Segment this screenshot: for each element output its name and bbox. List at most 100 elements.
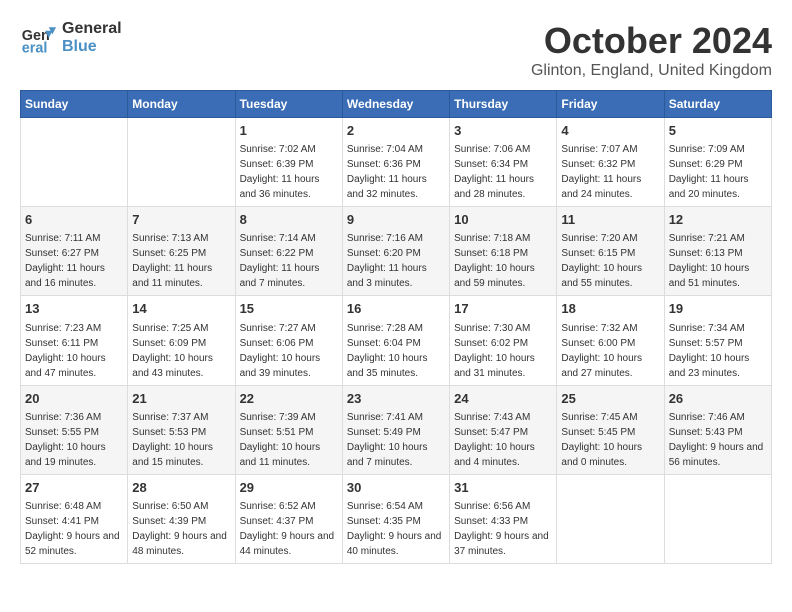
weekday-header-sunday: Sunday bbox=[21, 91, 128, 118]
weekday-header-wednesday: Wednesday bbox=[342, 91, 449, 118]
day-number: 23 bbox=[347, 390, 445, 408]
day-number: 17 bbox=[454, 300, 552, 318]
day-number: 25 bbox=[561, 390, 659, 408]
day-number: 3 bbox=[454, 122, 552, 140]
calendar-cell: 15 Sunrise: 7:27 AM Sunset: 6:06 PM Dayli… bbox=[235, 296, 342, 385]
day-info: Sunrise: 7:13 AM Sunset: 6:25 PM Dayligh… bbox=[132, 231, 230, 291]
calendar-cell: 23Sunrise: 7:41 AM Sunset: 5:49 PM Dayli… bbox=[342, 385, 449, 474]
weekday-header-row: SundayMondayTuesdayWednesdayThursdayFrid… bbox=[21, 91, 772, 118]
day-number: 31 bbox=[454, 479, 552, 497]
day-info: Sunrise: 7:37 AM Sunset: 5:53 PM Dayligh… bbox=[132, 410, 230, 470]
day-info: Sunrise: 7:09 AM Sunset: 6:29 PM Dayligh… bbox=[669, 142, 767, 202]
day-number: 8 bbox=[240, 211, 338, 229]
day-info: Sunrise: 7:46 AM Sunset: 5:43 PM Dayligh… bbox=[669, 410, 767, 470]
day-info: Sunrise: 7:14 AM Sunset: 6:22 PM Dayligh… bbox=[240, 231, 338, 291]
calendar-cell: 20 Sunrise: 7:36 AM Sunset: 5:55 PM Dayli… bbox=[21, 385, 128, 474]
day-info: Sunrise: 7:30 AM Sunset: 6:02 PM Dayligh… bbox=[454, 321, 552, 381]
day-number: 30 bbox=[347, 479, 445, 497]
weekday-header-saturday: Saturday bbox=[664, 91, 771, 118]
day-number: 18 bbox=[561, 300, 659, 318]
calendar-week-5: 27Sunrise: 6:48 AM Sunset: 4:41 PM Dayli… bbox=[21, 474, 772, 563]
day-info: Sunrise: 7:20 AM Sunset: 6:15 PM Dayligh… bbox=[561, 231, 659, 291]
day-info: Sunrise: 7:21 AM Sunset: 6:13 PM Dayligh… bbox=[669, 231, 767, 291]
day-info: Sunrise: 7:25 AM Sunset: 6:09 PM Dayligh… bbox=[132, 321, 230, 381]
calendar-week-2: 6Sunrise: 7:11 AM Sunset: 6:27 PM Daylig… bbox=[21, 207, 772, 296]
day-number: 26 bbox=[669, 390, 767, 408]
calendar-cell: 7 Sunrise: 7:13 AM Sunset: 6:25 PM Daylig… bbox=[128, 207, 235, 296]
weekday-header-tuesday: Tuesday bbox=[235, 91, 342, 118]
calendar-cell bbox=[664, 474, 771, 563]
page-header: Gen eral General Blue October 2024 Glint… bbox=[20, 20, 772, 80]
day-number: 9 bbox=[347, 211, 445, 229]
day-number: 4 bbox=[561, 122, 659, 140]
logo-text-line1: General bbox=[62, 20, 122, 38]
calendar-cell: 28 Sunrise: 6:50 AM Sunset: 4:39 PM Dayli… bbox=[128, 474, 235, 563]
day-number: 12 bbox=[669, 211, 767, 229]
logo: Gen eral General Blue bbox=[20, 20, 122, 56]
calendar-cell: 12 Sunrise: 7:21 AM Sunset: 6:13 PM Dayli… bbox=[664, 207, 771, 296]
calendar-week-3: 13 Sunrise: 7:23 AM Sunset: 6:11 PM Dayli… bbox=[21, 296, 772, 385]
calendar-week-1: 1 Sunrise: 7:02 AM Sunset: 6:39 PM Daylig… bbox=[21, 118, 772, 207]
calendar-cell: 1 Sunrise: 7:02 AM Sunset: 6:39 PM Daylig… bbox=[235, 118, 342, 207]
calendar-cell: 19Sunrise: 7:34 AM Sunset: 5:57 PM Dayli… bbox=[664, 296, 771, 385]
calendar-cell: 16 Sunrise: 7:28 AM Sunset: 6:04 PM Dayli… bbox=[342, 296, 449, 385]
day-info: Sunrise: 7:43 AM Sunset: 5:47 PM Dayligh… bbox=[454, 410, 552, 470]
day-info: Sunrise: 7:28 AM Sunset: 6:04 PM Dayligh… bbox=[347, 321, 445, 381]
day-info: Sunrise: 7:02 AM Sunset: 6:39 PM Dayligh… bbox=[240, 142, 338, 202]
day-number: 2 bbox=[347, 122, 445, 140]
day-number: 19 bbox=[669, 300, 767, 318]
day-info: Sunrise: 7:27 AM Sunset: 6:06 PM Dayligh… bbox=[240, 321, 338, 381]
day-info: Sunrise: 7:06 AM Sunset: 6:34 PM Dayligh… bbox=[454, 142, 552, 202]
calendar-cell: 11 Sunrise: 7:20 AM Sunset: 6:15 PM Dayli… bbox=[557, 207, 664, 296]
day-number: 24 bbox=[454, 390, 552, 408]
day-info: Sunrise: 7:04 AM Sunset: 6:36 PM Dayligh… bbox=[347, 142, 445, 202]
day-number: 22 bbox=[240, 390, 338, 408]
day-info: Sunrise: 7:32 AM Sunset: 6:00 PM Dayligh… bbox=[561, 321, 659, 381]
day-number: 10 bbox=[454, 211, 552, 229]
day-info: Sunrise: 7:16 AM Sunset: 6:20 PM Dayligh… bbox=[347, 231, 445, 291]
day-number: 11 bbox=[561, 211, 659, 229]
calendar-cell: 24 Sunrise: 7:43 AM Sunset: 5:47 PM Dayli… bbox=[450, 385, 557, 474]
day-info: Sunrise: 7:36 AM Sunset: 5:55 PM Dayligh… bbox=[25, 410, 123, 470]
weekday-header-monday: Monday bbox=[128, 91, 235, 118]
day-info: Sunrise: 7:45 AM Sunset: 5:45 PM Dayligh… bbox=[561, 410, 659, 470]
location: Glinton, England, United Kingdom bbox=[531, 62, 772, 80]
calendar-cell: 3 Sunrise: 7:06 AM Sunset: 6:34 PM Daylig… bbox=[450, 118, 557, 207]
calendar-cell: 2 Sunrise: 7:04 AM Sunset: 6:36 PM Daylig… bbox=[342, 118, 449, 207]
calendar-cell: 29 Sunrise: 6:52 AM Sunset: 4:37 PM Dayli… bbox=[235, 474, 342, 563]
calendar-cell: 30Sunrise: 6:54 AM Sunset: 4:35 PM Dayli… bbox=[342, 474, 449, 563]
day-info: Sunrise: 6:50 AM Sunset: 4:39 PM Dayligh… bbox=[132, 499, 230, 559]
day-number: 20 bbox=[25, 390, 123, 408]
day-number: 21 bbox=[132, 390, 230, 408]
title-block: October 2024 Glinton, England, United Ki… bbox=[531, 20, 772, 80]
day-number: 28 bbox=[132, 479, 230, 497]
calendar-cell: 14 Sunrise: 7:25 AM Sunset: 6:09 PM Dayli… bbox=[128, 296, 235, 385]
calendar-week-4: 20 Sunrise: 7:36 AM Sunset: 5:55 PM Dayli… bbox=[21, 385, 772, 474]
calendar-cell: 18 Sunrise: 7:32 AM Sunset: 6:00 PM Dayli… bbox=[557, 296, 664, 385]
day-number: 15 bbox=[240, 300, 338, 318]
calendar-cell bbox=[557, 474, 664, 563]
logo-icon: Gen eral bbox=[20, 20, 56, 56]
calendar-cell: 17 Sunrise: 7:30 AM Sunset: 6:02 PM Dayli… bbox=[450, 296, 557, 385]
month-title: October 2024 bbox=[531, 20, 772, 62]
day-info: Sunrise: 6:52 AM Sunset: 4:37 PM Dayligh… bbox=[240, 499, 338, 559]
calendar-cell: 10Sunrise: 7:18 AM Sunset: 6:18 PM Dayli… bbox=[450, 207, 557, 296]
calendar-cell: 8 Sunrise: 7:14 AM Sunset: 6:22 PM Daylig… bbox=[235, 207, 342, 296]
day-number: 16 bbox=[347, 300, 445, 318]
calendar-cell: 4Sunrise: 7:07 AM Sunset: 6:32 PM Daylig… bbox=[557, 118, 664, 207]
calendar-cell: 22 Sunrise: 7:39 AM Sunset: 5:51 PM Dayli… bbox=[235, 385, 342, 474]
calendar-cell bbox=[128, 118, 235, 207]
day-number: 14 bbox=[132, 300, 230, 318]
day-number: 29 bbox=[240, 479, 338, 497]
calendar-cell: 13 Sunrise: 7:23 AM Sunset: 6:11 PM Dayli… bbox=[21, 296, 128, 385]
day-number: 13 bbox=[25, 300, 123, 318]
day-number: 27 bbox=[25, 479, 123, 497]
svg-text:eral: eral bbox=[22, 40, 48, 56]
calendar-cell bbox=[21, 118, 128, 207]
day-info: Sunrise: 7:23 AM Sunset: 6:11 PM Dayligh… bbox=[25, 321, 123, 381]
calendar-cell: 26 Sunrise: 7:46 AM Sunset: 5:43 PM Dayli… bbox=[664, 385, 771, 474]
calendar-cell: 31Sunrise: 6:56 AM Sunset: 4:33 PM Dayli… bbox=[450, 474, 557, 563]
day-number: 7 bbox=[132, 211, 230, 229]
day-info: Sunrise: 7:39 AM Sunset: 5:51 PM Dayligh… bbox=[240, 410, 338, 470]
day-number: 1 bbox=[240, 122, 338, 140]
